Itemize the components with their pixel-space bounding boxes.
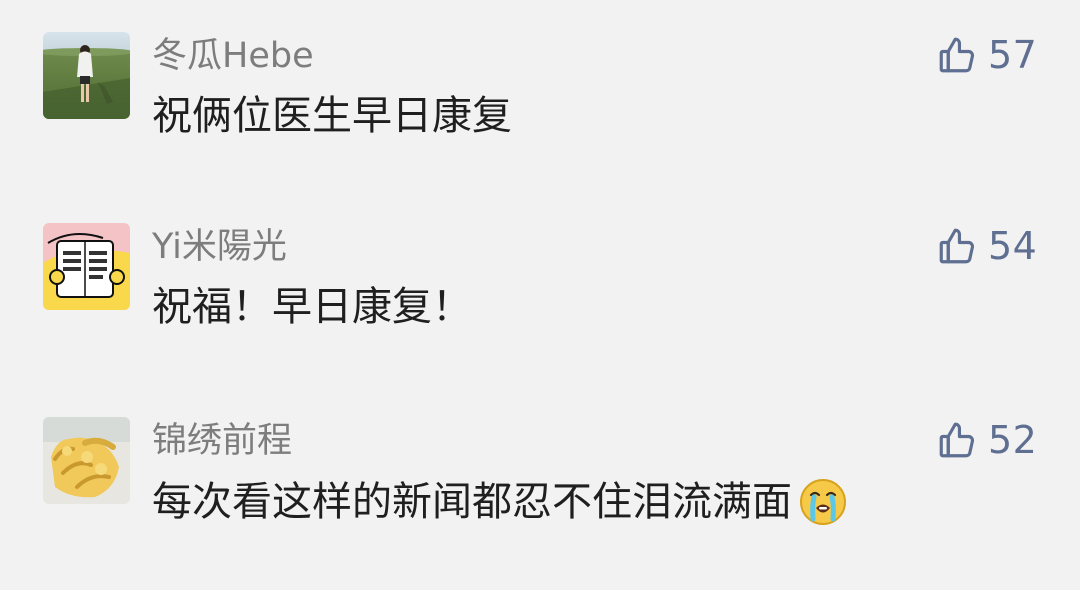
- comment-text-content: 每次看这样的新闻都忍不住泪流满面: [152, 479, 792, 525]
- like-count: 52: [988, 418, 1038, 462]
- like-count: 54: [988, 224, 1038, 268]
- comment-item: 冬瓜Hebe 祝俩位医生早日康复 57: [0, 32, 1080, 182]
- avatar[interactable]: [43, 417, 130, 504]
- cartoon-reading-icon: [43, 223, 130, 310]
- comment-item: 锦绣前程 每次看这样的新闻都忍不住泪流满面 52: [0, 417, 1080, 567]
- like-button[interactable]: 57: [936, 32, 1037, 78]
- comment-text: 每次看这样的新闻都忍不住泪流满面: [152, 477, 848, 527]
- like-button[interactable]: 52: [936, 417, 1037, 463]
- avatar[interactable]: [43, 32, 130, 119]
- comment-item: Yi米陽光 祝福！早日康复！ 54: [0, 223, 1080, 373]
- thumbs-up-icon: [939, 422, 975, 458]
- girl-in-field-icon: [43, 32, 130, 119]
- like-count: 57: [988, 33, 1038, 77]
- like-button[interactable]: 54: [936, 223, 1037, 269]
- banana-bunch-icon: [43, 417, 130, 504]
- comment-text-content: 祝俩位医生早日康复: [152, 93, 512, 139]
- comment-list: 冬瓜Hebe 祝俩位医生早日康复 57 Yi米陽光 祝福！早日康复！ 54 锦绣…: [0, 0, 1080, 590]
- comment-text: 祝福！早日康复！: [152, 283, 472, 331]
- loudly-crying-face-icon: [798, 477, 848, 527]
- thumbs-up-icon: [939, 37, 975, 73]
- comment-text: 祝俩位医生早日康复: [152, 92, 512, 140]
- comment-author[interactable]: Yi米陽光: [152, 227, 287, 267]
- comment-author[interactable]: 锦绣前程: [152, 421, 292, 461]
- comment-text-content: 祝福！早日康复！: [152, 284, 472, 330]
- comment-author[interactable]: 冬瓜Hebe: [152, 36, 314, 76]
- avatar[interactable]: [43, 223, 130, 310]
- thumbs-up-icon: [939, 228, 975, 264]
